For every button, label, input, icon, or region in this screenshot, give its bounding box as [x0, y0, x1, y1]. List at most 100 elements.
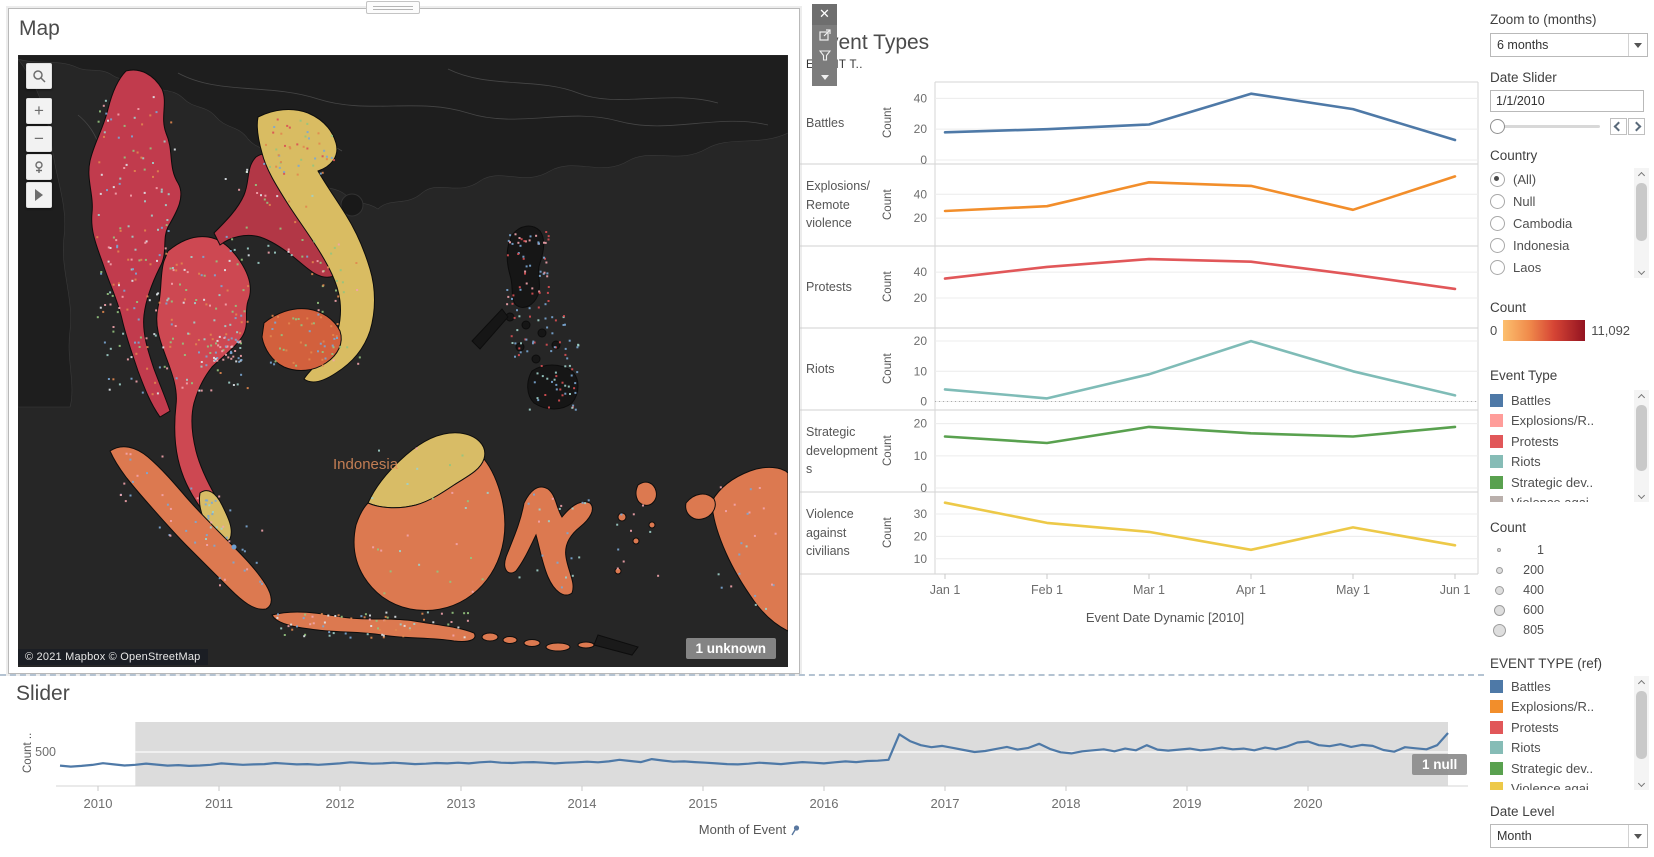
- legend-label: Battles: [1511, 392, 1551, 408]
- pin-button[interactable]: [26, 154, 52, 180]
- legend-swatch: [1490, 720, 1503, 734]
- line-protests[interactable]: [943, 257, 1457, 291]
- legend-swatch: [1490, 475, 1503, 489]
- legend-item-battles[interactable]: Battles: [1490, 390, 1628, 411]
- radio-button[interactable]: [1490, 259, 1505, 275]
- year-tick-label: 2014: [568, 796, 597, 811]
- export-button[interactable]: [812, 25, 837, 46]
- slider-thumb[interactable]: [1490, 119, 1505, 134]
- dropdown-button[interactable]: [1628, 34, 1647, 56]
- window-grip-handle[interactable]: [366, 1, 420, 14]
- line-riots[interactable]: [943, 339, 1457, 400]
- step-forward-button[interactable]: [1628, 118, 1645, 135]
- date-range-slider: [1490, 118, 1646, 135]
- chevron-down-icon: [1634, 833, 1642, 839]
- scrollbar-thumb[interactable]: [1636, 405, 1647, 471]
- dropdown-button[interactable]: [1628, 825, 1647, 847]
- color-gradient-bar[interactable]: [1503, 320, 1586, 341]
- country-scrollbar[interactable]: [1634, 168, 1649, 278]
- island-mindanao: [527, 364, 579, 410]
- legend-item-riots[interactable]: Riots: [1490, 738, 1628, 759]
- legend-item-violence-agai-[interactable]: Violence agai..: [1490, 493, 1628, 502]
- scroll-up-button[interactable]: [1634, 168, 1649, 182]
- legend-label: Strategic dev..: [1511, 760, 1594, 776]
- legend-item-protests[interactable]: Protests: [1490, 717, 1628, 738]
- svg-text:40: 40: [914, 187, 928, 201]
- close-button[interactable]: ✕: [812, 4, 837, 25]
- radio-button[interactable]: [1490, 215, 1505, 231]
- legend-item-battles[interactable]: Battles: [1490, 676, 1628, 697]
- svg-text:0: 0: [920, 394, 927, 408]
- count-axis-label: Count: [882, 189, 894, 221]
- filter-button[interactable]: [812, 45, 837, 66]
- radio-option-indonesia[interactable]: Indonesia: [1490, 234, 1628, 256]
- svg-text:30: 30: [914, 507, 928, 521]
- step-back-button[interactable]: [1610, 118, 1627, 135]
- chevron-down-icon: [1637, 267, 1646, 275]
- legend-item-explosions-r-[interactable]: Explosions/R..: [1490, 697, 1628, 718]
- ref-legend-scrollbar[interactable]: [1634, 676, 1649, 790]
- filter-sidebar: Zoom to (months) 6 months Date Slider Co…: [1486, 0, 1654, 857]
- radio-option-null[interactable]: Null: [1490, 190, 1628, 212]
- small-multiples-svg[interactable]: 0 20 40 20 40 20 40 0 10 20 0 10 20 10 20 30 Jan 1 Feb 1 M…: [800, 76, 1484, 636]
- radio-option-laos[interactable]: Laos: [1490, 256, 1628, 278]
- line-violence-against-civilians[interactable]: [943, 501, 1457, 552]
- size-legend-item-200: 200: [1490, 560, 1646, 580]
- event-type-ref-legend: Battles Explosions/R.. Protests Riots Strate…: [1490, 676, 1628, 790]
- legend-item-strategic-dev-[interactable]: Strategic dev..: [1490, 472, 1628, 493]
- unknown-count-badge[interactable]: 1 unknown: [685, 638, 776, 659]
- slider-track[interactable]: [1492, 125, 1600, 128]
- legend-item-protests[interactable]: Protests: [1490, 431, 1628, 452]
- svg-text:20: 20: [914, 291, 928, 305]
- scrollbar-thumb[interactable]: [1636, 691, 1647, 759]
- legend-item-strategic-dev-[interactable]: Strategic dev..: [1490, 758, 1628, 779]
- legend-label: Explosions/R..: [1511, 699, 1595, 715]
- line-strategic-developments[interactable]: [943, 425, 1457, 445]
- zoom-to-dropdown[interactable]: 6 months: [1490, 33, 1648, 57]
- chevron-up-icon: [1637, 393, 1646, 401]
- radio-button[interactable]: [1490, 237, 1505, 253]
- radio-label: Null: [1513, 193, 1536, 209]
- size-label: 805: [1523, 623, 1544, 637]
- southeast-asia-map[interactable]: Indonesia: [18, 55, 788, 667]
- year-tick-label: 2012: [326, 796, 355, 811]
- pan-button[interactable]: [26, 182, 52, 208]
- legend-item-violence-agai-[interactable]: Violence agai..: [1490, 779, 1628, 790]
- line-battles[interactable]: [943, 92, 1457, 142]
- line-explosions-remote-violence[interactable]: [943, 175, 1457, 213]
- year-tick-label: 2020: [1294, 796, 1323, 811]
- row-label-strategic-developments: Strategic developments: [806, 424, 878, 477]
- date-slider-heading: Date Slider: [1490, 70, 1557, 85]
- radio-button[interactable]: [1490, 193, 1505, 209]
- date-level-dropdown[interactable]: Month: [1490, 824, 1648, 848]
- legend-item-explosions-r-[interactable]: Explosions/R..: [1490, 411, 1628, 432]
- radio-label: Laos: [1513, 259, 1542, 275]
- radio-button[interactable]: [1490, 171, 1505, 187]
- slider-x-axis-title: Month of Event: [640, 822, 860, 837]
- svg-text:20: 20: [914, 417, 928, 431]
- zoom-out-button[interactable]: −: [26, 126, 52, 152]
- map-search-button[interactable]: [26, 63, 52, 89]
- radio-option-cambodia[interactable]: Cambodia: [1490, 212, 1628, 234]
- scroll-down-button[interactable]: [1634, 776, 1649, 790]
- map-viewport[interactable]: Indonesia + − © 2021 Mapbox © OpenStreet…: [18, 55, 788, 667]
- size-legend-item-1: 1: [1490, 540, 1646, 560]
- legend-scrollbar[interactable]: [1634, 390, 1649, 502]
- scrollbar-thumb[interactable]: [1636, 183, 1647, 241]
- row-label-explosions-remote-violence: Explosions/Remote violence: [806, 178, 870, 231]
- legend-item-riots[interactable]: Riots: [1490, 452, 1628, 473]
- size-dot: [1494, 585, 1504, 595]
- scroll-down-button[interactable]: [1634, 264, 1649, 278]
- scroll-up-button[interactable]: [1634, 390, 1649, 404]
- year-tick-label: 2015: [689, 796, 718, 811]
- more-options-button[interactable]: [812, 66, 837, 87]
- null-count-badge[interactable]: 1 null: [1412, 754, 1468, 775]
- date-input[interactable]: [1490, 90, 1644, 112]
- scroll-down-button[interactable]: [1634, 488, 1649, 502]
- zoom-in-button[interactable]: +: [26, 98, 52, 124]
- year-tick-label: 2018: [1052, 796, 1081, 811]
- scroll-up-button[interactable]: [1634, 676, 1649, 690]
- radio-option-all[interactable]: (All): [1490, 168, 1628, 190]
- svg-text:Apr 1: Apr 1: [1236, 583, 1266, 597]
- country-radio-list: (All) Null Cambodia Indonesia Laos: [1490, 168, 1628, 278]
